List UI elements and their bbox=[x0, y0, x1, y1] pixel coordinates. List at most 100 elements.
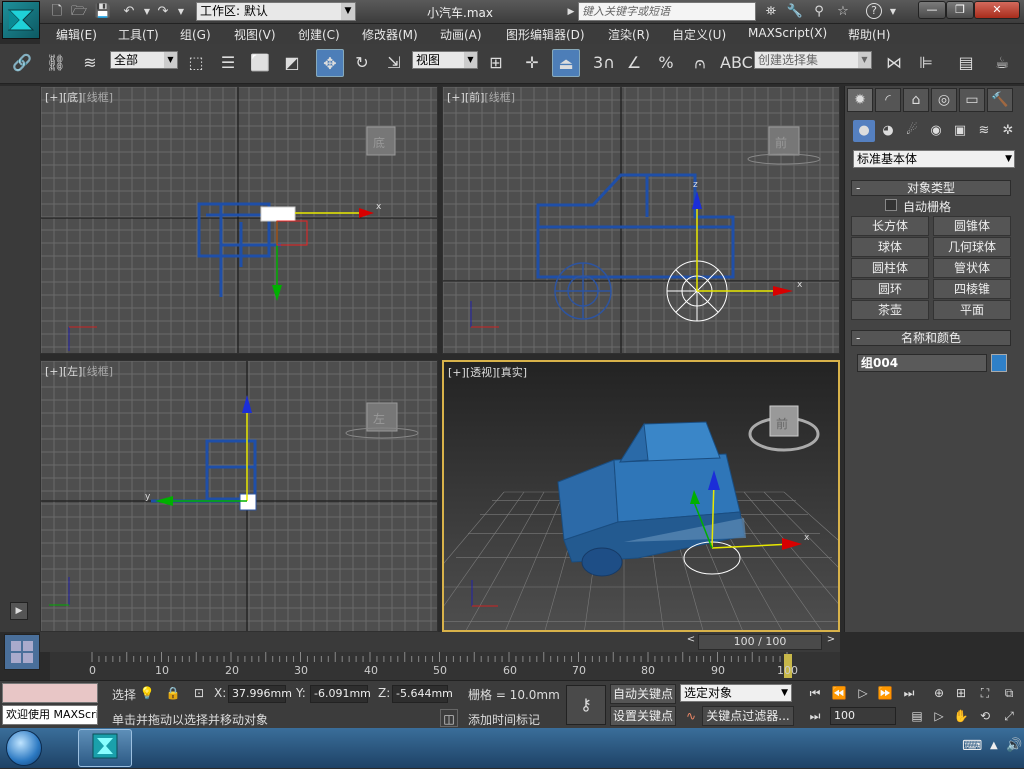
viewcube[interactable]: 前 bbox=[748, 405, 820, 452]
show-hidden-icons-icon[interactable]: ▲ bbox=[990, 740, 998, 751]
zoom-icon[interactable]: ⊕ bbox=[930, 684, 948, 702]
viewport-shading-mode[interactable]: [线框] bbox=[82, 365, 113, 378]
bind-space-warp-icon[interactable]: ≋ bbox=[76, 49, 104, 77]
zoom-extents-all-icon[interactable]: ⧉ bbox=[1000, 684, 1018, 702]
favorite-star-icon[interactable]: ☆ bbox=[834, 3, 852, 21]
viewport-perspective[interactable]: [+][透视][真实] x 前 bbox=[442, 360, 840, 632]
torus-button[interactable]: 圆环 bbox=[851, 279, 929, 299]
helpers-icon[interactable]: ▣ bbox=[949, 120, 971, 142]
close-button[interactable]: ✕ bbox=[974, 1, 1020, 19]
selection-filter-dropdown[interactable]: 全部 ▼ bbox=[110, 51, 178, 69]
current-frame-field[interactable]: 100 bbox=[830, 707, 896, 725]
viewport-bottom[interactable]: [+][底][线框] x 底 bbox=[40, 86, 438, 354]
add-time-tag-button[interactable]: 添加时间标记 bbox=[468, 711, 540, 728]
maxscript-mini-listener[interactable]: 欢迎使用 MAXScri bbox=[2, 705, 98, 725]
menu-graph-editors[interactable]: 图形编辑器(D) bbox=[506, 26, 585, 43]
select-and-link-icon[interactable]: 🔗 bbox=[8, 49, 36, 77]
time-configuration-icon[interactable]: ▤ bbox=[908, 707, 926, 725]
viewport-label[interactable]: [+][左][线框] bbox=[45, 363, 113, 379]
maxscript-mini-listener-top[interactable] bbox=[2, 683, 98, 703]
viewport-label[interactable]: [+][底][线框] bbox=[45, 89, 113, 105]
edit-named-selection-icon[interactable]: ABC bbox=[720, 49, 753, 77]
menu-modifiers[interactable]: 修改器(M) bbox=[362, 26, 418, 43]
undo-icon[interactable]: ↶ bbox=[120, 3, 138, 21]
layer-manager-icon[interactable]: ▤ bbox=[952, 49, 980, 77]
cylinder-button[interactable]: 圆柱体 bbox=[851, 258, 929, 278]
z-coord-field[interactable]: -5.644mm bbox=[392, 685, 453, 703]
primitive-category-dropdown[interactable]: 标准基本体 ▼ bbox=[853, 150, 1015, 168]
new-file-icon[interactable]: 🗋 bbox=[48, 3, 66, 21]
unlink-icon[interactable]: ⛓ bbox=[42, 49, 70, 77]
viewport-view-name[interactable]: [透视] bbox=[466, 366, 497, 379]
box-button[interactable]: 长方体 bbox=[851, 216, 929, 236]
viewport-menu-plus[interactable]: [+] bbox=[447, 91, 465, 104]
time-slider-next-icon[interactable]: > bbox=[824, 634, 838, 650]
previous-frame-icon[interactable]: ⏪ bbox=[830, 684, 848, 702]
time-tag-icon[interactable]: ◫ bbox=[440, 709, 458, 727]
menu-maxscript[interactable]: MAXScript(X) bbox=[748, 26, 827, 40]
render-icon[interactable]: ☕ bbox=[988, 49, 1016, 77]
pan-view-icon[interactable]: ✋ bbox=[952, 707, 970, 725]
isolate-selection-icon[interactable]: 💡 bbox=[138, 684, 156, 702]
percent-snap-icon[interactable]: % bbox=[652, 49, 680, 77]
viewport-label[interactable]: [+][透视][真实] bbox=[448, 364, 527, 380]
taskbar-3dsmax-button[interactable] bbox=[78, 729, 132, 767]
minimize-button[interactable]: — bbox=[918, 1, 946, 19]
redo-icon[interactable]: ↷ bbox=[154, 3, 172, 21]
time-slider-prev-icon[interactable]: < bbox=[684, 634, 698, 650]
geosphere-button[interactable]: 几何球体 bbox=[933, 237, 1011, 257]
space-warps-icon[interactable]: ≋ bbox=[973, 120, 995, 142]
help-icon[interactable]: ? bbox=[866, 3, 882, 19]
binoculars-icon[interactable]: ⛯ bbox=[762, 3, 780, 21]
viewport-menu-plus[interactable]: [+] bbox=[45, 91, 63, 104]
search-input[interactable]: 键入关键字或短语 bbox=[578, 2, 756, 21]
viewport-view-name[interactable]: [底] bbox=[63, 91, 83, 104]
spinner-snap-icon[interactable]: ⩀ bbox=[686, 49, 714, 77]
menu-rendering[interactable]: 渲染(R) bbox=[608, 26, 650, 43]
lock-selection-icon[interactable]: 🔒 bbox=[164, 684, 182, 702]
save-icon[interactable]: 💾 bbox=[94, 3, 112, 21]
cone-button[interactable]: 圆锥体 bbox=[933, 216, 1011, 236]
window-crossing-icon[interactable]: ◩ bbox=[278, 49, 306, 77]
shapes-icon[interactable]: ◕ bbox=[877, 120, 899, 142]
select-manipulate-icon[interactable]: ✛ bbox=[518, 49, 546, 77]
app-logo-menu[interactable] bbox=[2, 1, 40, 39]
menu-views[interactable]: 视图(V) bbox=[234, 26, 276, 43]
modify-tab-icon[interactable]: ◜ bbox=[875, 88, 901, 112]
viewport-shading-mode[interactable]: [线框] bbox=[82, 91, 113, 104]
expand-panel-arrow-icon[interactable]: ▶ bbox=[10, 602, 28, 620]
key-mode-dropdown[interactable]: 选定对象 ▼ bbox=[680, 684, 792, 702]
cameras-icon[interactable]: ◉ bbox=[925, 120, 947, 142]
key-mode-toggle-icon[interactable]: ⏭ bbox=[806, 707, 824, 725]
set-key-button[interactable]: 设置关键点 bbox=[610, 706, 676, 726]
open-file-icon[interactable]: 🗁 bbox=[70, 3, 88, 21]
object-type-rollout-header[interactable]: - 对象类型 bbox=[851, 180, 1011, 196]
select-and-move-icon[interactable]: ✥ bbox=[316, 49, 344, 77]
object-color-swatch[interactable] bbox=[991, 354, 1007, 372]
default-in-out-tangent-icon[interactable]: ⚷ bbox=[566, 685, 606, 725]
menu-group[interactable]: 组(G) bbox=[180, 26, 211, 43]
geometry-icon[interactable]: ● bbox=[853, 120, 875, 142]
viewport-menu-plus[interactable]: [+] bbox=[45, 365, 63, 378]
object-name-input[interactable]: 组004 bbox=[857, 354, 987, 372]
communication-icon[interactable]: ⚲ bbox=[810, 3, 828, 21]
autogrid-checkbox[interactable] bbox=[885, 199, 897, 211]
y-coord-field[interactable]: -6.091mm bbox=[310, 685, 371, 703]
wrench-icon[interactable]: 🔧 bbox=[786, 3, 804, 21]
go-to-end-icon[interactable]: ⏭ bbox=[900, 684, 918, 702]
snaps-toggle-icon[interactable]: 3∩ bbox=[590, 49, 618, 77]
next-frame-icon[interactable]: ⏩ bbox=[876, 684, 894, 702]
start-button[interactable] bbox=[6, 730, 42, 766]
utilities-tab-icon[interactable]: 🔨 bbox=[987, 88, 1013, 112]
systems-icon[interactable]: ✲ bbox=[997, 120, 1019, 142]
viewport-shading-mode[interactable]: [线框] bbox=[484, 91, 515, 104]
sphere-button[interactable]: 球体 bbox=[851, 237, 929, 257]
zoom-all-icon[interactable]: ⊞ bbox=[952, 684, 970, 702]
key-filters-button[interactable]: 关键点过滤器... bbox=[702, 706, 794, 726]
reference-coordinate-dropdown[interactable]: 视图 ▼ bbox=[412, 51, 478, 69]
keyboard-shortcut-override-icon[interactable]: ⏏ bbox=[552, 49, 580, 77]
select-and-scale-icon[interactable]: ⇲ bbox=[380, 49, 408, 77]
menu-help[interactable]: 帮助(H) bbox=[848, 26, 890, 43]
tube-button[interactable]: 管状体 bbox=[933, 258, 1011, 278]
viewport-shading-mode[interactable]: [真实] bbox=[496, 366, 527, 379]
